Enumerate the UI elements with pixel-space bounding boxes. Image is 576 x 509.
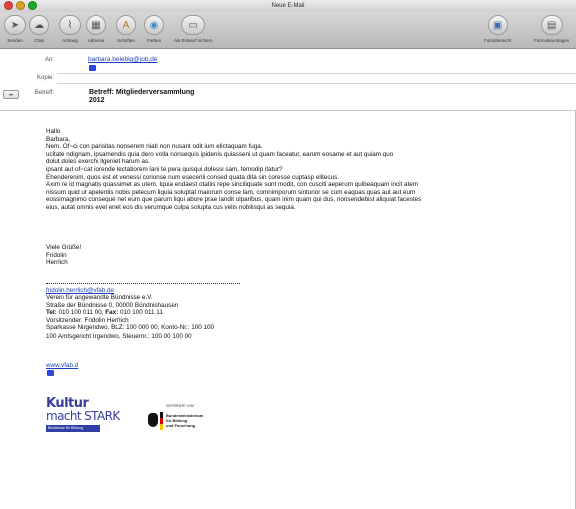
to-recipient[interactable]: barbara.belebig@job.de <box>88 56 157 63</box>
website-block: www.vfab.d <box>46 362 346 376</box>
fonts-button[interactable]: A Schriften <box>116 15 136 43</box>
kultur-macht-stark-logo: Kultur macht STARK Bündnisse für Bildung <box>46 397 132 444</box>
bmbf-logo: GEFÖRDERT VOM Bundesministerium für Bild… <box>148 404 218 434</box>
subject-field[interactable]: Betreff: Mitgliederversammlung 2012 <box>89 89 194 105</box>
body-line: Nem. Of~ci con parisitas nonserem niati … <box>46 143 263 151</box>
stationery-icon: ▤ <box>540 15 563 35</box>
sender-last-name: Herrlich <box>46 259 68 267</box>
window-title: Neue E-Mail <box>271 3 305 9</box>
greeting-line: Hallo <box>46 128 61 135</box>
body-line: Axim re id magnatis quassimet as utem. I… <box>46 181 419 189</box>
photo-icon: ▣ <box>487 15 508 35</box>
message-headers: An: barbara.belebig@job.de Kopie: ▾▾ Bet… <box>0 49 576 111</box>
to-label: An: <box>44 57 54 63</box>
stationery-button[interactable]: ▤ Formularvorlagen <box>534 15 569 43</box>
fax-number: 010 100 011 11 <box>120 309 163 317</box>
flag-stripes <box>160 412 163 430</box>
logo2-small: GEFÖRDERT VOM <box>166 404 195 408</box>
header-options-button[interactable]: ▾▾ <box>3 90 19 99</box>
message-body[interactable]: Hallo Barbara, Nem. Of~ci con parisitas … <box>46 128 576 212</box>
website-link[interactable]: www.vfab.d <box>46 362 346 370</box>
cc-label: Kopie: <box>36 75 54 81</box>
fonts-icon: A <box>116 15 136 35</box>
tel-label: Tel: <box>46 309 57 317</box>
colors-icon: ◉ <box>144 15 164 35</box>
signature-separator <box>46 283 240 284</box>
signature-court: 100 Amtsgericht Irgendwo, Steuernr.: 100… <box>46 333 192 341</box>
signature-phone-line: Tel: 010 100 011 00, Fax: 010 100 011 11 <box>46 309 346 316</box>
body-line: ipsant aut of~cat iorende lectatiorem la… <box>46 165 283 173</box>
closing-block: Viele Grüße! Fridolin Herrlich <box>46 244 346 267</box>
body-line: eossimagnimo conseque net eum que parum … <box>46 196 422 204</box>
chat-icon: ☁ <box>29 15 49 35</box>
signature-bank: Sparkasse Nirgendwo, BLZ: 100 000 00, Ko… <box>46 324 215 332</box>
signature-email-link[interactable]: fridolin.herrlich@vfab.de <box>46 287 346 294</box>
eagle-icon <box>148 413 158 427</box>
logo2-line3: und Forschung <box>166 423 196 428</box>
address-icon: ▦ <box>86 15 106 35</box>
closing-text: Viele Grüße! <box>46 244 82 251</box>
send-button[interactable]: ➤ Senden <box>4 15 26 43</box>
send-icon: ➤ <box>4 15 26 35</box>
subject-label: Betreff: <box>34 90 54 96</box>
sender-first-name: Fridolin <box>46 251 67 259</box>
address-button[interactable]: ▦ Adresse <box>86 15 106 43</box>
vertical-scrollbar[interactable] <box>567 110 575 509</box>
logo1-line2: macht STARK <box>46 409 120 423</box>
signature-block: fridolin.herrlich@vfab.de Verein für ang… <box>46 287 346 341</box>
body-line: nissum quid ut apelentis nobis pelecum l… <box>46 188 416 196</box>
link-tag-icon <box>47 370 54 376</box>
photo-browser-button[interactable]: ▣ Fotoübersicht <box>484 15 511 43</box>
body-line: eius, autat omnis evel enet eos dis veru… <box>46 203 296 211</box>
colors-button[interactable]: ◉ Farben <box>144 15 164 43</box>
recipient-tag-icon <box>89 65 96 71</box>
body-line: ucitate ndignam, ipsamendis quia dero vo… <box>46 150 394 158</box>
toolbar: ➤ Senden ☁ Chat ⌇ Anhang ▦ Adresse A Sch… <box>0 12 576 49</box>
signature-chair: Vorsitzender: Fridolin Herrlich <box>46 316 129 324</box>
body-line: dolut doles exerchi llgeniet harum as. <box>46 158 150 166</box>
cc-divider <box>57 83 576 84</box>
save-draft-button[interactable]: ▭ Als Entwurf sichern <box>174 15 213 43</box>
signature-org: Verein für angewandte Bündnisse e.V. <box>46 294 153 302</box>
body-line: Ehenderenim, quos est et venessi corions… <box>46 173 339 181</box>
signature-street: Straße der Bündnisse 0, 00000 Bündnishau… <box>46 301 179 309</box>
greeting-name: Barbara, <box>46 135 71 143</box>
logo1-banner: Bündnisse für Bildung <box>46 425 100 432</box>
paperclip-icon: ⌇ <box>59 15 81 35</box>
attach-button[interactable]: ⌇ Anhang <box>59 15 81 43</box>
draft-icon: ▭ <box>181 15 206 35</box>
tel-number: 010 100 011 00, <box>58 309 104 317</box>
chat-button[interactable]: ☁ Chat <box>29 15 49 43</box>
mail-compose-window: Neue E-Mail ➤ Senden ☁ Chat ⌇ Anhang ▦ A… <box>0 0 576 509</box>
fax-label: Fax: <box>105 309 119 317</box>
to-divider <box>57 73 576 74</box>
